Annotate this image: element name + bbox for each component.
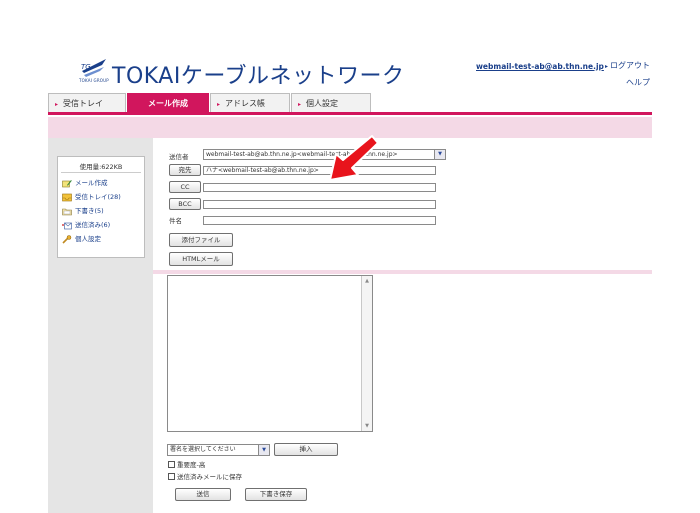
sidebar-item-sent[interactable]: 送信済み(6) [62, 220, 110, 231]
tab-settings[interactable]: ▸ 個人設定 [291, 93, 371, 112]
triangle-icon: ▸ [298, 101, 302, 108]
usage-text: 使用量:622KB [79, 163, 123, 171]
sidebar-item-compose[interactable]: メール作成 [62, 178, 108, 189]
to-field[interactable]: ハナ<webmail-test-ab@ab.thn.ne.jp> [203, 166, 436, 175]
chevron-down-icon: ▼ [258, 445, 269, 455]
chevron-down-icon: ▼ [434, 150, 445, 159]
sidebar-item-settings[interactable]: 個人設定 [62, 234, 101, 245]
logo-subtitle: TOKAI GROUP [79, 78, 109, 83]
priority-option[interactable]: 重要度-高 [168, 459, 205, 469]
tab-bar: ▸ 受信トレイ メール作成 ▸ アドレス帳 ▸ 個人設定 [48, 93, 652, 113]
priority-checkbox[interactable] [168, 460, 175, 468]
from-label: 送信者 [169, 153, 189, 161]
triangle-icon: ▸ [605, 63, 609, 70]
tab-compose[interactable]: メール作成 [127, 93, 209, 112]
bcc-field[interactable] [203, 200, 436, 209]
attach-button[interactable]: 添付ファイル [169, 233, 233, 247]
message-body-textarea[interactable]: ▲ ▼ [167, 275, 373, 432]
drafts-icon [62, 208, 72, 216]
usage-divider [61, 172, 141, 173]
annotation-arrow-icon [329, 135, 379, 181]
save-draft-button[interactable]: 下書き保存 [245, 488, 307, 501]
inbox-icon [62, 193, 72, 202]
html-mail-button[interactable]: HTMLメール [169, 252, 233, 266]
tokai-logo-icon: TG [81, 59, 106, 77]
user-email: webmail-test-ab@ab.thn.ne.jp [476, 62, 604, 71]
to-button[interactable]: 宛先 [169, 164, 201, 176]
help-link[interactable]: ヘルプ [626, 77, 650, 88]
sidebar-item-inbox[interactable]: 受信トレイ(28) [62, 192, 121, 203]
save-sent-checkbox[interactable] [168, 472, 175, 480]
save-sent-option[interactable]: 送信済みメールに保存 [168, 471, 242, 481]
subject-field[interactable] [203, 216, 436, 225]
header-divider [153, 270, 652, 274]
cc-button[interactable]: CC [169, 181, 201, 193]
triangle-icon: ▸ [55, 101, 59, 108]
body-scrollbar[interactable]: ▲ ▼ [361, 276, 372, 431]
svg-text:TG: TG [81, 63, 91, 71]
scroll-down-icon[interactable]: ▼ [362, 421, 372, 431]
triangle-icon: ▸ [217, 101, 221, 108]
send-button[interactable]: 送信 [175, 488, 231, 501]
sidebar-item-drafts[interactable]: 下書き(5) [62, 206, 104, 217]
signature-select[interactable]: 署名を選択してください ▼ [167, 444, 270, 456]
tab-inbox[interactable]: ▸ 受信トレイ [48, 93, 126, 112]
cc-field[interactable] [203, 183, 436, 192]
settings-icon [62, 235, 72, 244]
sent-icon [62, 222, 72, 230]
insert-signature-button[interactable]: 挿入 [274, 443, 338, 456]
subject-label: 件名 [169, 217, 182, 225]
tab-addressbook[interactable]: ▸ アドレス帳 [210, 93, 290, 112]
compose-icon [62, 180, 72, 188]
logout-link[interactable]: ▸ ログアウト [605, 60, 650, 71]
bcc-button[interactable]: BCC [169, 198, 201, 210]
tab-underline [48, 112, 652, 115]
scroll-up-icon[interactable]: ▲ [362, 276, 372, 286]
site-logo-text: TOKAIケーブルネットワーク [112, 64, 405, 89]
